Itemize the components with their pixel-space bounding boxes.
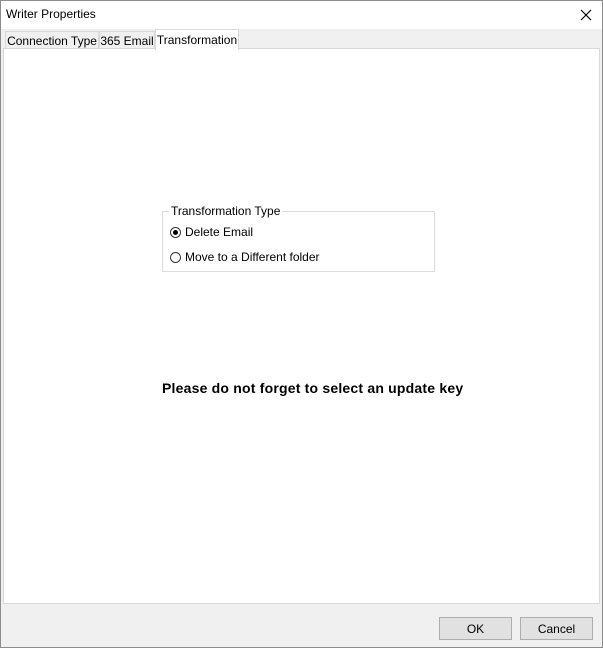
move-folder-option[interactable]: Move to a Different folder xyxy=(170,250,320,264)
transformation-type-group: Transformation Type Delete Email Move to… xyxy=(162,204,435,272)
close-icon xyxy=(580,9,592,21)
tab-365-email[interactable]: 365 Email xyxy=(99,31,155,49)
radio-button[interactable] xyxy=(170,251,181,263)
tab-label: 365 Email xyxy=(100,33,154,48)
writer-properties-dialog: Writer Properties Connection Type 365 Em… xyxy=(0,0,603,648)
group-label: Transformation Type xyxy=(169,204,283,218)
title-bar: Writer Properties xyxy=(1,1,602,29)
tab-label: Transformation xyxy=(156,33,238,47)
button-label: Cancel xyxy=(537,621,576,636)
update-key-notice: Please do not forget to select an update… xyxy=(162,380,464,396)
tab-connection-type[interactable]: Connection Type xyxy=(5,31,99,49)
option-label: Delete Email xyxy=(185,225,254,239)
cancel-button[interactable]: Cancel xyxy=(520,617,593,640)
delete-email-option[interactable]: Delete Email xyxy=(170,225,253,239)
radio-button-checked[interactable] xyxy=(170,226,181,238)
tab-label: Connection Type xyxy=(7,33,97,48)
transformation-panel: Transformation Type Delete Email Move to… xyxy=(3,48,600,604)
window-title: Writer Properties xyxy=(6,7,96,21)
button-label: OK xyxy=(466,621,485,636)
tab-transformation[interactable]: Transformation xyxy=(155,29,239,50)
close-button[interactable] xyxy=(570,1,602,29)
tab-strip: Connection Type 365 Email Transformation xyxy=(3,29,600,50)
option-label: Move to a Different folder xyxy=(185,250,320,264)
ok-button[interactable]: OK xyxy=(439,617,512,640)
